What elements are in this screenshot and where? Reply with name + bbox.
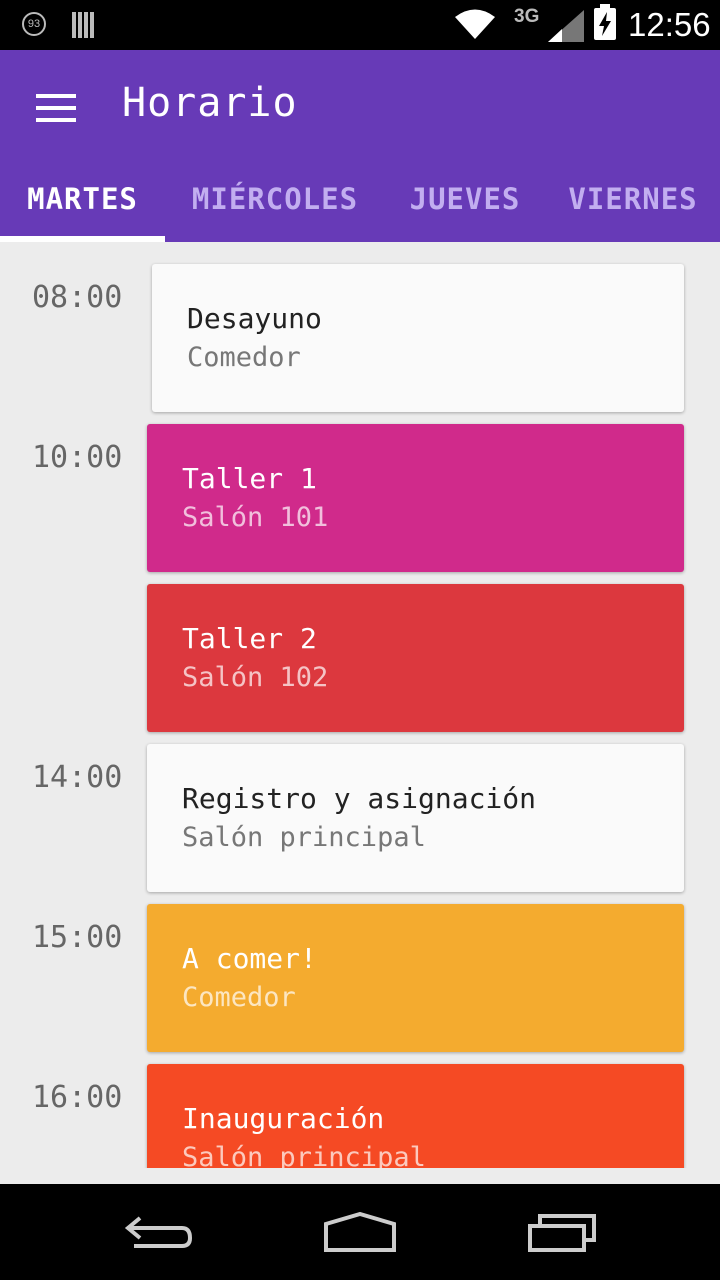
network-type-label: 3G	[514, 6, 540, 27]
barcode-notification-icon	[72, 12, 96, 38]
time-label: 14:00	[32, 760, 123, 795]
event-location: Salón 101	[182, 502, 329, 533]
event-card[interactable]: Desayuno Comedor	[152, 264, 684, 412]
event-location: Salón 102	[182, 662, 329, 693]
schedule-list[interactable]: 08:00 Desayuno Comedor 10:00 Taller 1 Sa…	[0, 242, 720, 1168]
event-location: Comedor	[182, 982, 296, 1013]
page-title: Horario	[122, 80, 298, 126]
clock: 12:56	[628, 6, 711, 43]
tab-miercoles[interactable]: MIÉRCOLES	[180, 174, 370, 242]
event-title: Taller 1	[182, 462, 317, 495]
event-location: Salón principal	[182, 1142, 426, 1168]
home-icon[interactable]	[322, 1212, 398, 1252]
event-location: Salón principal	[182, 822, 426, 853]
day-tabs: MARTES MIÉRCOLES JUEVES VIERNES	[0, 174, 720, 242]
tab-jueves[interactable]: JUEVES	[395, 174, 535, 242]
time-label: 08:00	[32, 280, 123, 315]
event-card[interactable]: A comer! Comedor	[147, 904, 684, 1052]
event-title: Desayuno	[187, 302, 322, 335]
event-title: Registro y asignación	[182, 782, 537, 815]
tab-viernes[interactable]: VIERNES	[556, 174, 710, 242]
recent-apps-icon[interactable]	[526, 1212, 598, 1252]
battery-charging-icon	[594, 4, 616, 40]
event-card[interactable]: Taller 2 Salón 102	[147, 584, 684, 732]
menu-icon[interactable]	[36, 94, 76, 124]
time-label: 10:00	[32, 440, 123, 475]
time-label: 16:00	[32, 1080, 123, 1115]
system-nav-bar	[0, 1184, 720, 1280]
tab-martes[interactable]: MARTES	[0, 174, 165, 242]
event-title: A comer!	[182, 942, 317, 975]
cell-signal-icon	[548, 10, 584, 42]
app-bar: Horario MARTES MIÉRCOLES JUEVES VIERNES	[0, 50, 720, 242]
event-card[interactable]: Taller 1 Salón 101	[147, 424, 684, 572]
event-title: Taller 2	[182, 622, 317, 655]
wifi-icon	[455, 9, 495, 39]
notification-count-icon: 93	[22, 12, 46, 36]
back-icon[interactable]	[124, 1212, 196, 1252]
event-card[interactable]: Registro y asignación Salón principal	[147, 744, 684, 892]
time-label: 15:00	[32, 920, 123, 955]
event-card[interactable]: Inauguración Salón principal	[147, 1064, 684, 1168]
event-title: Inauguración	[182, 1102, 385, 1135]
event-location: Comedor	[187, 342, 301, 373]
status-bar: 93 3G 12:56	[0, 0, 720, 50]
